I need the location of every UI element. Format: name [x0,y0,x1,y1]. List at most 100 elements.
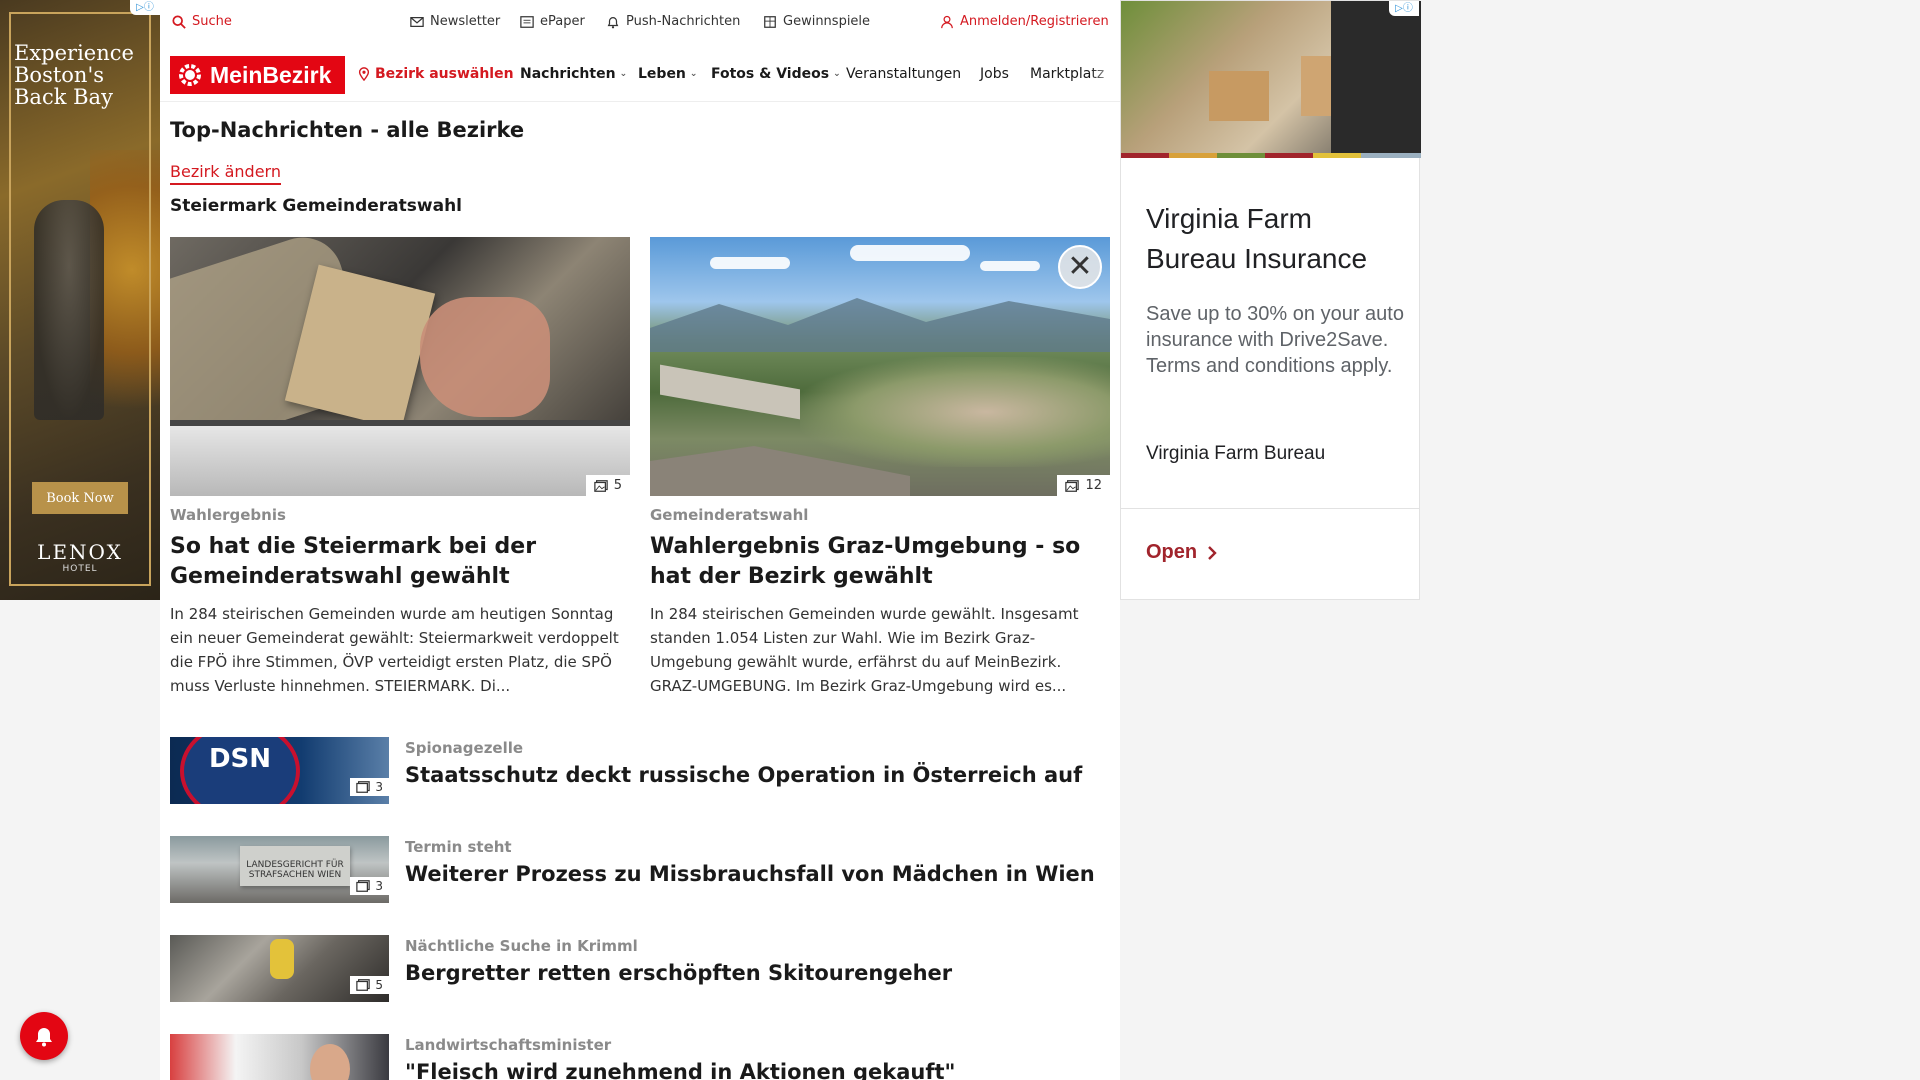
list-article[interactable]: LANDESGERICHT FÜR STRAFSACHEN WIEN 3 Ter… [170,836,1110,904]
nav-veranstaltungen-label: Veranstaltungen [846,66,962,82]
article-image[interactable]: ✕ 12 [650,237,1110,496]
article-headline[interactable]: "Fleisch wird zunehmend in Aktionen geka… [405,1060,955,1080]
contests-link[interactable]: Gewinnspiele [763,14,870,29]
nav-leben-label: Leben [638,66,686,82]
chevron-down-icon: ⌄ [689,69,698,79]
newsletter-link[interactable]: Newsletter [410,14,500,29]
photo-count-badge: 3 [350,778,389,796]
change-district-link[interactable]: Bezirk ändern [170,162,281,185]
logo-text: MeinBezirk [210,61,332,88]
featured-article[interactable]: ✕ 12 Gemeinderatswahl Wahlergebnis Graz-… [650,237,1110,698]
chevron-down-icon: ⌄ [619,69,628,79]
image-detail [1331,1,1421,157]
location-pin-icon [358,67,370,81]
search-label: Suche [192,14,232,29]
page-title: Top-Nachrichten - alle Bezirke [170,118,525,142]
gallery-icon [356,781,371,793]
top-utility-bar: Suche Newsletter ePaper Push-Nachrichten… [160,0,1120,46]
main-content: Suche Newsletter ePaper Push-Nachrichten… [160,0,1120,1080]
image-detail [1209,71,1269,121]
select-district-label: Bezirk auswählen [375,66,514,82]
article-kicker: Landwirtschaftsminister [405,1036,612,1054]
article-image[interactable]: 5 [170,237,630,496]
image-detail [710,257,790,269]
photo-count: 5 [613,478,622,493]
image-detail [310,1044,350,1080]
ad-open-label: Open [1146,541,1198,563]
gallery-icon [1065,479,1080,492]
push-notifications-link[interactable]: Push-Nachrichten [606,14,740,29]
adchoices-icon[interactable]: ▷ⓘ [1389,1,1419,16]
featured-article[interactable]: 5 Wahlergebnis So hat die Steiermark bei… [170,237,630,698]
article-kicker: Spionagezelle [405,739,524,757]
thumbnail-seal: DSN [180,737,300,804]
epaper-label: ePaper [540,14,585,29]
login-label: Anmelden/Registrieren [960,14,1109,29]
contests-label: Gewinnspiele [783,14,871,29]
article-thumbnail[interactable]: LANDESGERICHT FÜR STRAFSACHEN WIEN 3 [170,836,389,903]
article-headline[interactable]: So hat die Steiermark bei der Gemeindera… [170,532,630,592]
photo-count-badge: 5 [585,475,630,496]
ad-title[interactable]: Virginia Farm Bureau Insurance [1146,199,1406,279]
ad-headline: Experience Boston's Back Bay [14,41,134,109]
article-headline[interactable]: Staatsschutz deckt russische Operation i… [405,763,1082,787]
notification-bell-button[interactable] [20,1012,68,1060]
logo-gear-icon [179,64,201,86]
left-skyscraper-ad[interactable]: Experience Boston's Back Bay Book Now LE… [0,0,160,600]
list-article[interactable]: 5 Nächtliche Suche in Krimml Bergretter … [170,935,1110,1003]
meinbezirk-logo[interactable]: MeinBezirk [170,56,345,94]
nav-nachrichten-label: Nachrichten [520,66,616,82]
select-district-button[interactable]: Bezirk auswählen [357,66,514,82]
adchoices-icon[interactable]: ▷ⓘ [130,0,160,15]
nav-leben[interactable]: Leben ⌄ [638,66,697,82]
ad-advertiser: Virginia Farm Bureau [1146,443,1326,464]
main-navigation: MeinBezirk Bezirk auswählen Nachrichten ⌄… [160,46,1120,102]
article-headline[interactable]: Bergretter retten erschöpften Skitoureng… [405,961,952,985]
ad-book-now-button[interactable]: Book Now [32,482,128,514]
mail-icon [410,16,424,27]
list-article[interactable]: DSN 3 Spionagezelle Staatsschutz deckt r… [170,737,1110,805]
nav-jobs[interactable]: Jobs [980,66,1009,82]
push-label: Push-Nachrichten [626,14,741,29]
bell-icon [36,1028,52,1047]
ad-body: Save up to 30% on your auto insurance wi… [1146,303,1404,377]
article-teaser: In 284 steirischen Gemeinden wurde am he… [170,605,619,695]
photo-count: 3 [375,780,383,794]
article-kicker: Termin steht [405,838,512,856]
nav-fotos-videos[interactable]: Fotos & Videos ⌄ [711,66,841,82]
search-link[interactable]: Suche [172,14,232,29]
nav-jobs-label: Jobs [980,66,1009,82]
ad-open-button[interactable]: Open [1146,541,1217,564]
nav-fotos-label: Fotos & Videos [711,66,830,82]
article-thumbnail[interactable]: DSN 3 [170,737,389,804]
user-icon [941,15,953,28]
nav-nachrichten[interactable]: Nachrichten ⌄ [520,66,627,82]
article-teaser: In 284 steirischen Gemeinden wurde gewäh… [650,605,1079,695]
article-headline[interactable]: Weiterer Prozess zu Missbrauchsfall von … [405,862,1095,886]
image-detail [660,364,800,420]
image-detail [850,245,970,261]
list-article[interactable]: Landwirtschaftsminister "Fleisch wird zu… [170,1034,1110,1080]
chevron-right-icon [1208,545,1217,560]
close-overlay-icon[interactable]: ✕ [1058,245,1102,289]
article-thumbnail[interactable]: 5 [170,935,389,1002]
photo-count: 3 [375,879,383,893]
article-kicker: Nächtliche Suche in Krimml [405,937,638,955]
bell-icon [607,16,619,28]
photo-count-badge: 3 [350,877,389,895]
photo-count: 5 [375,978,383,992]
article-thumbnail[interactable] [170,1034,389,1080]
article-headline[interactable]: Wahlergebnis Graz-Umgebung - so hat der … [650,532,1110,592]
search-icon [172,14,186,29]
image-detail [650,298,1110,352]
section-title: Steiermark Gemeinderatswahl [170,196,462,216]
nav-veranstaltungen[interactable]: Veranstaltungen [846,66,961,82]
epaper-link[interactable]: ePaper [520,14,585,29]
login-link[interactable]: Anmelden/Registrieren [940,14,1109,29]
photo-count-badge: 5 [350,976,389,994]
right-display-ad[interactable]: Virginia Farm Bureau Insurance Save up t… [1120,0,1421,600]
image-detail [800,357,1110,467]
gallery-icon [356,880,371,892]
chevron-down-icon: ⌄ [833,69,841,79]
image-detail [170,426,630,496]
